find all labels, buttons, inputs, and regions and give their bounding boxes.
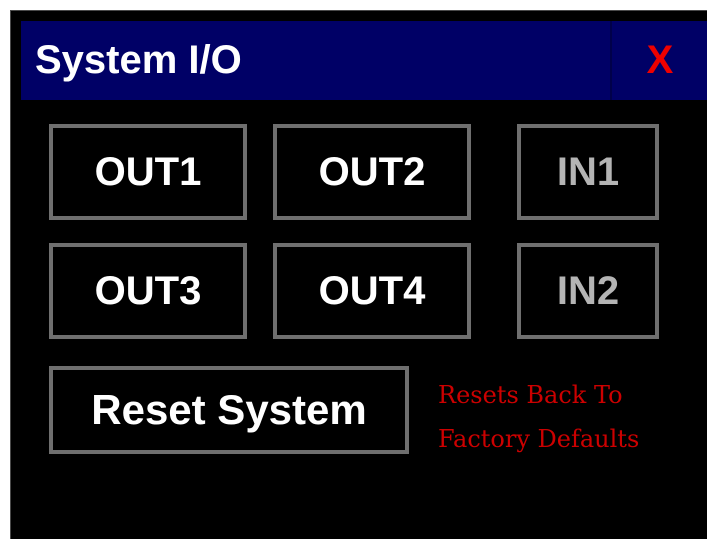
frame: System I/O X OUT1 OUT2 IN1 OUT3 OUT4 IN2… — [0, 0, 707, 539]
out4-label: OUT4 — [318, 269, 426, 313]
close-button[interactable]: X — [612, 21, 707, 100]
reset-system-label: Reset System — [91, 386, 367, 433]
out4-button[interactable]: OUT4 — [273, 243, 471, 339]
out2-button[interactable]: OUT2 — [273, 124, 471, 220]
reset-note: Resets Back To Factory Defaults — [438, 373, 698, 461]
in2-label: IN2 — [556, 269, 620, 313]
reset-system-button[interactable]: Reset System — [49, 366, 409, 454]
in2-button[interactable]: IN2 — [517, 243, 659, 339]
system-io-panel: System I/O X OUT1 OUT2 IN1 OUT3 OUT4 IN2… — [10, 10, 707, 539]
title-bar: System I/O X — [21, 21, 707, 100]
out3-button[interactable]: OUT3 — [49, 243, 247, 339]
out1-button[interactable]: OUT1 — [49, 124, 247, 220]
reset-note-line2: Factory Defaults — [438, 425, 640, 453]
in1-button[interactable]: IN1 — [517, 124, 659, 220]
out2-label: OUT2 — [318, 150, 426, 194]
window-title: System I/O — [35, 38, 242, 82]
in1-label: IN1 — [556, 150, 620, 194]
out1-label: OUT1 — [94, 150, 202, 194]
reset-note-line1: Resets Back To — [438, 381, 623, 409]
out3-label: OUT3 — [94, 269, 202, 313]
